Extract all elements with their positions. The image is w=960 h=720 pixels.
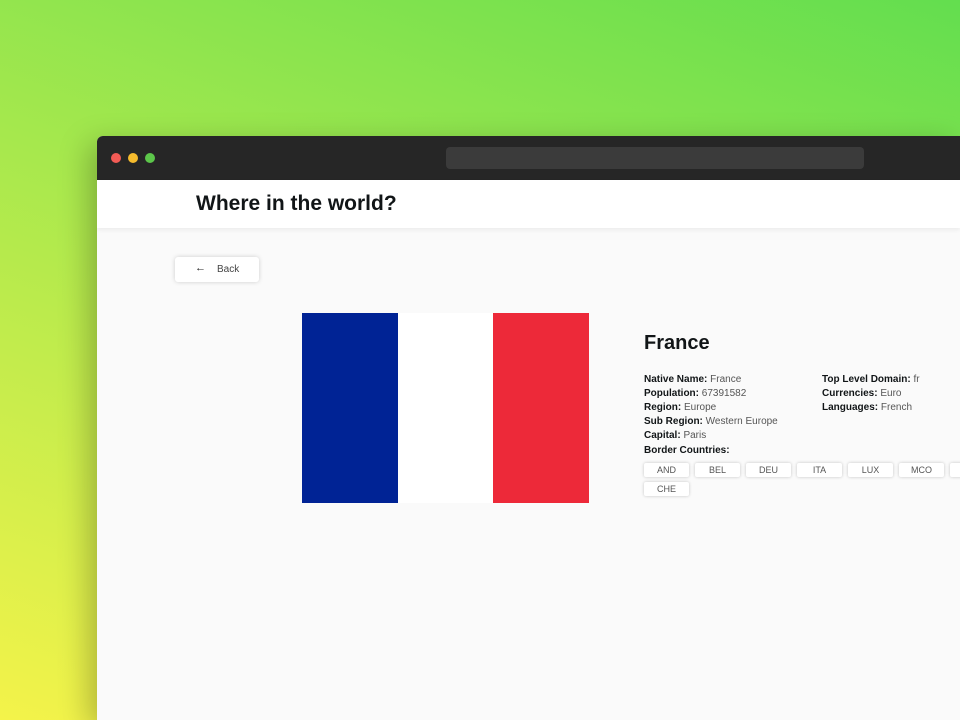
subregion-label: Sub Region: [644,416,703,427]
flag-stripe-red [493,313,590,503]
native-name-value: France [710,374,742,385]
browser-titlebar [97,136,960,180]
languages-value: French [880,402,913,413]
back-button[interactable]: ← Back [175,257,259,282]
app-title: Where in the world? [196,192,397,215]
border-country-chip[interactable]: LUX [848,463,893,477]
border-country-chip[interactable]: MCO [899,463,944,477]
region-label: Region: [644,402,682,413]
tld-label: Top Level Domain: [822,374,911,385]
app-header: Where in the world? [97,180,960,228]
native-name-row: Native Name: France [644,373,778,387]
currencies-value: Euro [880,388,902,399]
capital-label: Capital: [644,430,681,441]
tld-row: Top Level Domain: fr [822,373,920,387]
border-country-chip[interactable]: DEU [746,463,791,477]
capital-value: Paris [683,430,707,441]
population-label: Population: [644,388,699,399]
population-row: Population: 67391582 [644,387,778,401]
browser-window: Where in the world? ← Back France Native… [97,136,960,720]
currencies-row: Currencies: Euro [822,387,920,401]
border-country-chip[interactable]: AND [644,463,689,477]
primary-info: Native Name: France Population: 67391582… [644,373,778,443]
border-country-chip[interactable] [950,463,960,477]
back-button-label: Back [217,264,240,275]
flag-stripe-white [397,313,494,503]
tld-value: fr [913,374,920,385]
currencies-label: Currencies: [822,388,878,399]
close-window-icon[interactable] [111,153,121,163]
languages-row: Languages: French [822,401,920,415]
border-country-chip[interactable]: BEL [695,463,740,477]
secondary-info: Top Level Domain: fr Currencies: Euro La… [822,373,920,415]
border-country-chip[interactable]: CHE [644,482,689,496]
maximize-window-icon[interactable] [145,153,155,163]
border-country-chip[interactable]: ITA [797,463,842,477]
capital-row: Capital: Paris [644,429,778,443]
country-name: France [644,332,710,354]
address-bar[interactable] [446,147,864,169]
region-row: Region: Europe [644,401,778,415]
country-flag [302,313,590,503]
native-name-label: Native Name: [644,374,708,385]
arrow-left-icon: ← [195,262,206,274]
languages-label: Languages: [822,402,879,413]
subregion-value: Western Europe [705,416,778,427]
border-countries-label: Border Countries: [644,445,730,456]
region-value: Europe [684,402,717,413]
flag-stripe-blue [302,313,398,503]
population-value: 67391582 [701,388,747,399]
subregion-row: Sub Region: Western Europe [644,415,778,429]
minimize-window-icon[interactable] [128,153,138,163]
